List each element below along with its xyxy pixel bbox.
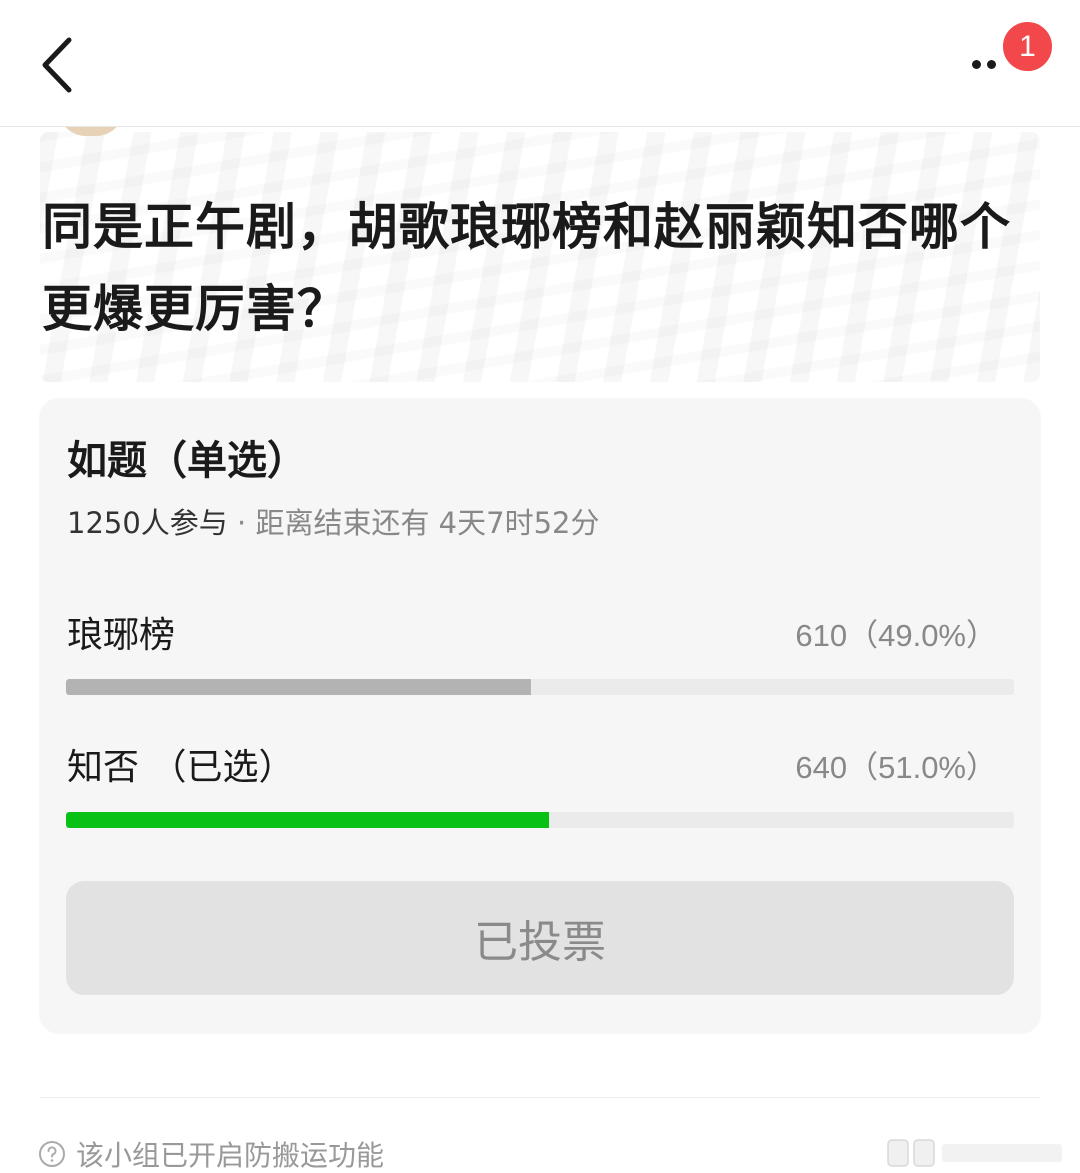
watermark-logo — [887, 1139, 1062, 1167]
poll-card: 如题（单选） 1250人参与 · 距离结束还有 4天7时52分 琅琊榜 610（… — [39, 398, 1041, 1034]
poll-option-bar-fill — [66, 679, 531, 695]
poll-title: 如题（单选） — [67, 438, 307, 484]
anti-repost-notice: 该小组已开启防搬运功能 — [38, 1134, 384, 1173]
divider — [40, 1097, 1040, 1098]
poll-option-bar-track — [66, 679, 1014, 695]
back-button[interactable] — [28, 30, 84, 100]
poll-option-result: 610（49.0%） — [795, 618, 997, 653]
more-dot-icon — [987, 59, 996, 69]
chevron-left-icon — [42, 37, 72, 93]
post-title: 同是正午剧，胡歌琅琊榜和赵丽颖知否哪个更爆更厉害？ — [42, 198, 1011, 338]
anti-repost-text: 该小组已开启防搬运功能 — [76, 1139, 385, 1172]
poll-option-bar-fill — [66, 812, 550, 828]
participant-count: 1250人参与 — [67, 506, 228, 540]
more-dot-icon — [972, 59, 981, 69]
poll-meta: 1250人参与 · 距离结束还有 4天7时52分 — [67, 500, 600, 542]
poll-option-bar-track — [66, 812, 1014, 828]
poll-option-label: 琅琊榜 — [67, 615, 176, 656]
poll-option-result: 640（51.0%） — [795, 750, 997, 785]
notification-badge[interactable]: 1 — [1000, 19, 1055, 74]
meta-separator: · — [227, 506, 256, 540]
top-bar: 1 — [0, 0, 1080, 127]
voted-button[interactable]: 已投票 — [66, 881, 1014, 995]
poll-option-label: 知否 （已选） — [67, 747, 295, 788]
question-circle-icon — [39, 1141, 65, 1167]
poll-deadline: 距离结束还有 4天7时52分 — [255, 506, 600, 540]
